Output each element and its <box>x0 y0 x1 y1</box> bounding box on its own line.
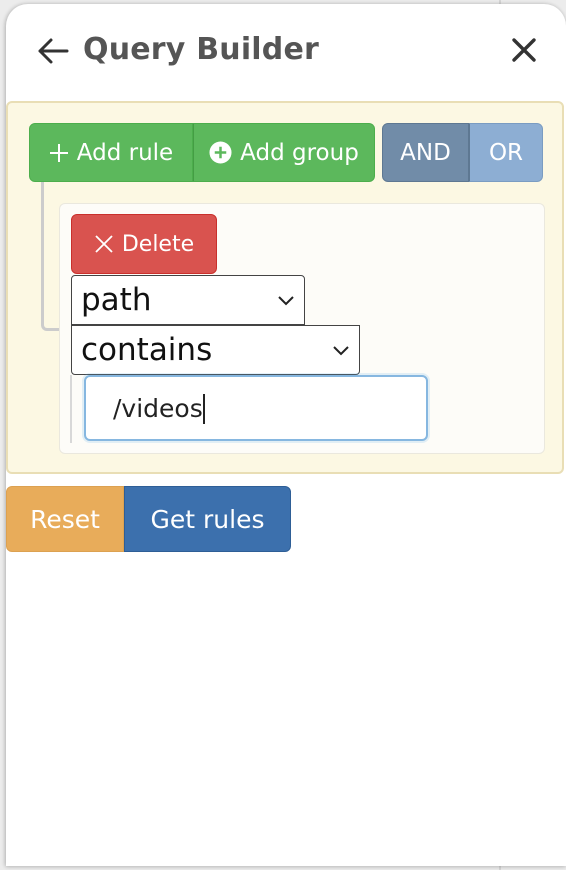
rule-field-select[interactable]: path <box>71 275 305 325</box>
page-title: Query Builder <box>83 32 320 67</box>
panel-header: Query Builder <box>6 4 566 100</box>
close-icon[interactable] <box>508 34 540 66</box>
plus-circle-icon <box>209 141 232 164</box>
add-rule-label: Add rule <box>76 139 174 166</box>
arrow-left-icon[interactable] <box>36 36 70 66</box>
rule-value-input[interactable] <box>84 375 428 441</box>
chevron-down-icon <box>278 296 294 306</box>
reset-button[interactable]: Reset <box>6 486 124 552</box>
rules-group: Add rule Add group AND OR Delete path co… <box>6 101 564 474</box>
close-icon <box>95 235 113 253</box>
condition-and-button[interactable]: AND <box>382 123 469 182</box>
rule-operator-select[interactable]: contains <box>71 325 360 375</box>
get-rules-button[interactable]: Get rules <box>124 486 291 552</box>
chevron-down-icon <box>333 346 349 356</box>
value-divider <box>70 375 72 443</box>
operator-value: contains <box>81 332 213 368</box>
add-group-button[interactable]: Add group <box>193 123 375 182</box>
field-value: path <box>81 282 152 318</box>
text-cursor <box>203 394 205 424</box>
plus-icon <box>49 143 68 162</box>
condition-or-button[interactable]: OR <box>469 123 543 182</box>
add-group-label: Add group <box>240 139 359 166</box>
delete-label: Delete <box>121 231 195 257</box>
add-rule-button[interactable]: Add rule <box>29 123 193 182</box>
query-builder-panel: Query Builder Add rule Add group AND OR <box>6 4 566 866</box>
delete-rule-button[interactable]: Delete <box>71 214 217 274</box>
